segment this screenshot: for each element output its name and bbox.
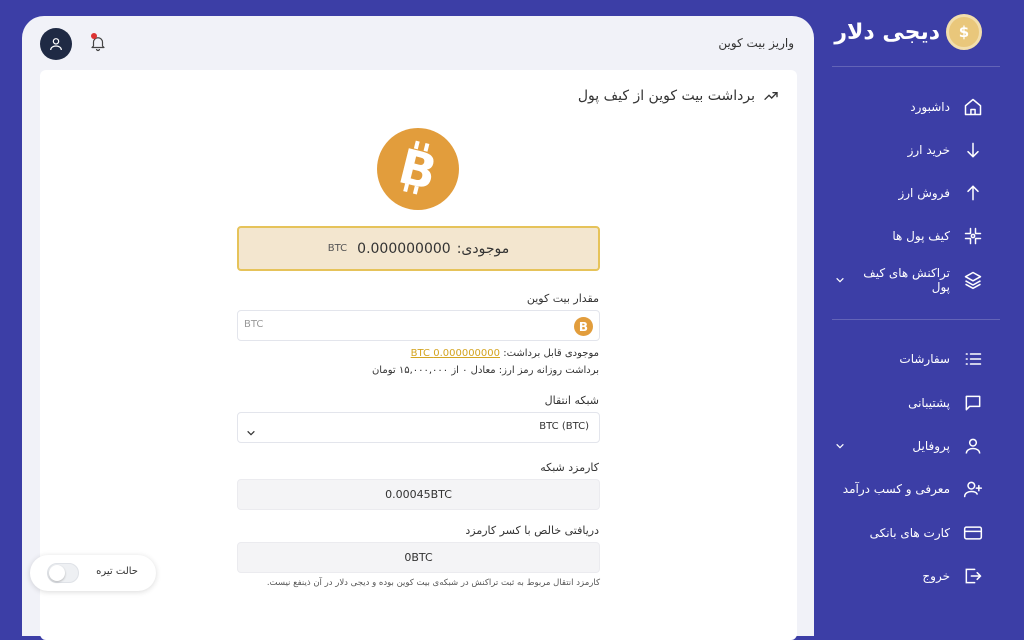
sidebar-item-label: خروج [922, 569, 950, 583]
network-selected-value: BTC (BTC) [539, 421, 589, 432]
withdraw-card: برداشت بیت کوین از کیف پول B موجودی: 0.0… [40, 70, 797, 640]
balance-label: موجودی: [456, 240, 510, 257]
sidebar-item-wallets[interactable]: کیف پول ها [834, 223, 984, 249]
page-title: واریز بیت کوین [718, 36, 794, 50]
sidebar-item-label: داشبورد [910, 100, 950, 114]
sidebar-item-sell[interactable]: فروش ارز [834, 180, 984, 206]
amount-placeholder: BTC [244, 319, 264, 330]
sidebar-item-support[interactable]: پشتیبانی [834, 390, 984, 416]
user-icon [962, 435, 984, 457]
dark-mode-toggle[interactable]: حالت تیره [30, 555, 156, 591]
sidebar-item-profile[interactable]: پروفایل [834, 433, 984, 459]
sidebar-item-label: کیف پول ها [892, 229, 950, 243]
user-icon [50, 38, 62, 51]
fee-field: 0.00045BTC [237, 479, 600, 510]
balance-value: 0.000000000 [357, 240, 451, 257]
network-label: شبکه انتقال [544, 394, 599, 407]
sidebar-item-label: فروش ارز [898, 186, 950, 200]
net-label: دریافتی خالص با کسر کارمزد [465, 524, 599, 537]
main-panel: واریز بیت کوین برداشت بیت کوین از کیف پو… [22, 16, 814, 640]
sidebar-item-referral[interactable]: معرفی و کسب درآمد [834, 476, 984, 502]
list-icon [962, 348, 984, 370]
logout-icon [962, 565, 984, 587]
arrow-down-icon [962, 139, 984, 161]
chevron-down-icon [834, 274, 846, 286]
layers-icon [962, 269, 984, 291]
sidebar-item-wallet-transactions[interactable]: تراکنش های کیف پول [834, 266, 984, 294]
sidebar-item-buy[interactable]: خرید ارز [834, 137, 984, 163]
notification-dot [91, 33, 97, 39]
amount-input[interactable]: BTC B [237, 310, 600, 341]
balance-unit: BTC [327, 243, 348, 254]
sidebar-item-bank-cards[interactable]: کارت های بانکی [834, 520, 984, 546]
sidebar-item-label: تراکنش های کیف پول [863, 266, 950, 294]
switch-knob [49, 565, 65, 581]
sidebar-item-label: پروفایل [912, 439, 950, 453]
daily-limit-text: برداشت روزانه رمز ارز: معادل ۰ از ۱۵,۰۰۰… [371, 365, 599, 376]
sidebar-item-dashboard[interactable]: داشبورد [834, 94, 984, 120]
brand-name: دیجی دلار [834, 19, 941, 45]
sidebar-item-label: معرفی و کسب درآمد [842, 482, 950, 496]
withdrawable-value-link[interactable]: 0.000000000 BTC [411, 348, 500, 359]
fee-label: کارمزد شبکه [540, 461, 599, 474]
chat-icon [962, 392, 984, 414]
arrow-up-icon [962, 182, 984, 204]
dark-mode-label: حالت تیره [96, 566, 138, 577]
svg-text:B: B [579, 320, 588, 334]
sidebar-divider [832, 66, 1000, 67]
wallet-grid-icon [962, 225, 984, 247]
dark-mode-switch[interactable] [47, 563, 79, 583]
coin-logo-icon: $ [946, 14, 982, 50]
home-icon [962, 96, 984, 118]
amount-label: مقدار بیت کوین [526, 292, 599, 305]
chevron-down-icon [246, 423, 258, 436]
trend-up-icon [764, 92, 778, 100]
chevron-down-icon [834, 440, 846, 452]
card-title: برداشت بیت کوین از کیف پول [578, 88, 779, 104]
sidebar-item-label: سفارشات [899, 352, 950, 366]
fee-value: 0.00045BTC [385, 488, 452, 501]
network-select[interactable]: BTC (BTC) [237, 412, 600, 443]
sidebar-item-orders[interactable]: سفارشات [834, 346, 984, 372]
net-field: 0BTC [237, 542, 600, 573]
brand-logo[interactable]: دیجی دلار $ [834, 14, 982, 50]
card-title-text: برداشت بیت کوین از کیف پول [577, 88, 755, 104]
bitcoin-icon: B [574, 317, 593, 336]
withdrawable-label: موجودی قابل برداشت: [503, 348, 599, 359]
sidebar-item-logout[interactable]: خروج [834, 563, 984, 589]
withdrawable-balance: موجودی قابل برداشت: 0.000000000 BTC [411, 348, 599, 359]
user-plus-icon [962, 478, 984, 500]
sidebar-item-label: خرید ارز [907, 143, 950, 157]
card-icon [962, 522, 984, 544]
balance-box: موجودی: 0.000000000 BTC [237, 226, 600, 271]
sidebar-divider [832, 319, 1000, 320]
sidebar-item-label: پشتیبانی [908, 396, 950, 410]
bitcoin-logo-icon: B [377, 128, 459, 210]
sidebar-item-label: کارت های بانکی [869, 526, 950, 540]
fee-note: کارمزد انتقال مربوط به ثبت تراکنش در شبک… [266, 578, 600, 588]
net-value: 0BTC [404, 551, 433, 564]
user-avatar-button[interactable] [40, 28, 72, 60]
sidebar: دیجی دلار $ داشبورد خرید ارز فروش ارز کی… [814, 0, 1024, 619]
